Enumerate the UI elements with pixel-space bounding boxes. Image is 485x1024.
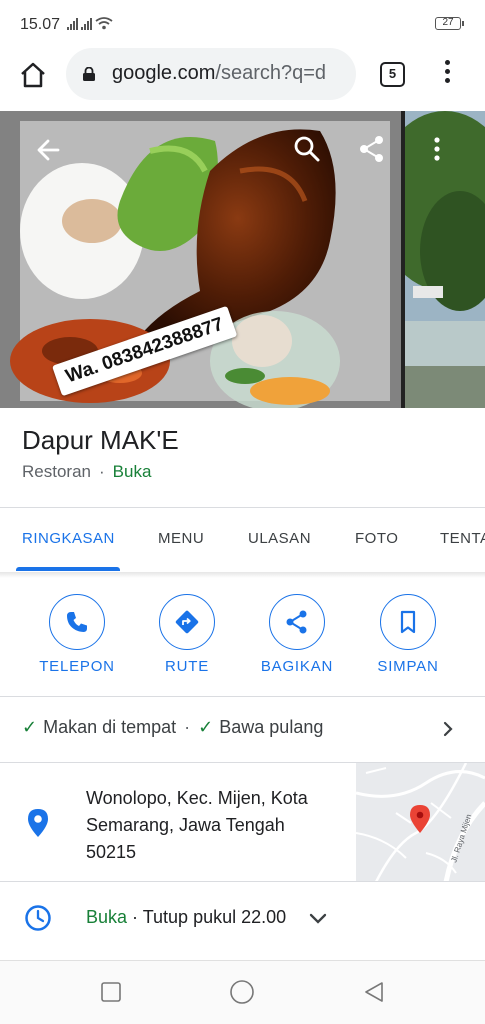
status-time: 15.07	[20, 16, 61, 33]
tab-bar: RINGKASAN MENU ULASAN FOTO TENTANG	[0, 508, 485, 572]
system-nav-bar	[0, 960, 485, 1024]
battery-icon: 27	[435, 17, 464, 30]
more-vert-icon[interactable]	[420, 132, 454, 166]
back-arrow-icon[interactable]	[32, 133, 66, 167]
divider	[0, 696, 485, 697]
divider	[0, 881, 485, 882]
photo-carousel[interactable]: Wa. 083842388877	[0, 111, 485, 408]
takeaway-label: Bawa pulang	[219, 717, 324, 737]
bookmark-icon	[400, 610, 416, 634]
tab-foto[interactable]: FOTO	[355, 530, 398, 547]
directions-button[interactable]: RUTE	[137, 594, 237, 675]
back-nav-icon[interactable]	[363, 981, 385, 1003]
hours-closing: Tutup pukul 22.00	[142, 907, 287, 927]
check-icon: ✓	[198, 717, 214, 737]
share-icon	[286, 610, 307, 634]
place-category: Restoran	[22, 462, 91, 481]
chevron-down-icon[interactable]	[308, 912, 328, 926]
tab-switcher-button[interactable]: 5	[380, 62, 405, 87]
save-button[interactable]: SIMPAN	[358, 594, 458, 675]
url-text: google.com/search?q=d	[112, 62, 327, 84]
signal-icon	[67, 17, 113, 30]
share-button-label: BAGIKAN	[260, 658, 334, 675]
clock-icon	[25, 905, 51, 931]
tab-ringkasan[interactable]: RINGKASAN	[22, 530, 115, 547]
share-place-button[interactable]: BAGIKAN	[247, 594, 347, 675]
status-bar: 15.07 27	[0, 0, 485, 48]
call-button[interactable]: TELEPON	[27, 594, 127, 675]
call-button-label: TELEPON	[39, 658, 115, 675]
directions-button-label: RUTE	[164, 658, 210, 675]
phone-icon	[67, 612, 87, 632]
address-text[interactable]: Wonolopo, Kec. Mijen, Kota Semarang, Jaw…	[86, 785, 336, 866]
location-pin-icon	[28, 809, 48, 837]
tab-menu[interactable]: MENU	[158, 530, 204, 547]
place-subtitle: Restoran · Buka	[22, 462, 152, 481]
recents-icon[interactable]	[100, 981, 122, 1003]
active-tab-indicator	[16, 567, 120, 571]
chevron-right-icon[interactable]	[440, 719, 456, 739]
tab-shadow	[0, 572, 485, 578]
service-options[interactable]: ✓ Makan di tempat · ✓ Bawa pulang	[22, 717, 323, 738]
lock-icon	[83, 67, 95, 81]
tab-tentang[interactable]: TENTANG	[440, 530, 485, 547]
hours-open-status: Buka	[86, 907, 128, 927]
share-icon[interactable]	[355, 132, 389, 166]
home-nav-icon[interactable]	[229, 979, 255, 1005]
open-status: Buka	[112, 462, 152, 481]
place-name: Dapur MAK'E	[22, 425, 179, 455]
wifi-icon	[95, 17, 113, 30]
dine-in-label: Makan di tempat	[43, 717, 177, 737]
map-thumbnail[interactable]: Jl. Raya Mijen	[356, 763, 485, 882]
directions-icon	[175, 610, 199, 634]
menu-icon[interactable]	[440, 60, 454, 90]
address-bar[interactable]: google.com/search?q=d	[66, 48, 356, 100]
tab-ulasan[interactable]: ULASAN	[248, 530, 311, 547]
home-icon[interactable]	[18, 60, 48, 90]
opening-hours[interactable]: Buka · Tutup pukul 22.00	[86, 907, 286, 928]
check-icon: ✓	[22, 717, 38, 737]
browser-toolbar: google.com/search?q=d 5	[0, 48, 485, 106]
save-button-label: SIMPAN	[377, 658, 439, 675]
search-icon[interactable]	[290, 132, 324, 166]
